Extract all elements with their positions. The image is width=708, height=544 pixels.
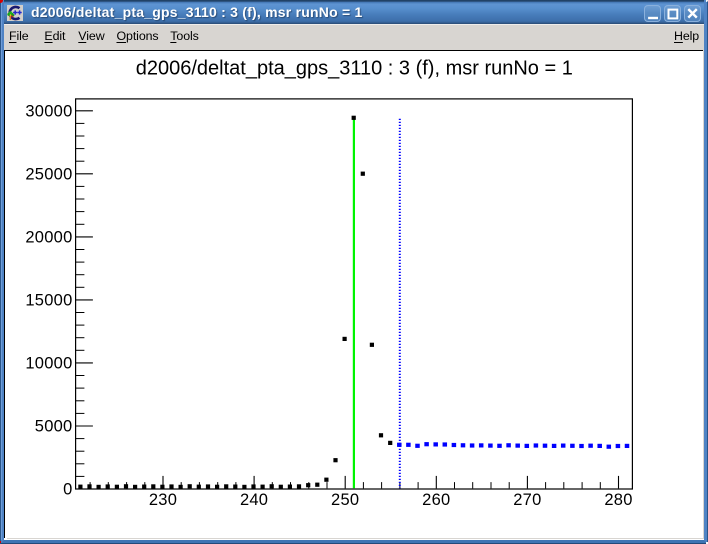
svg-text:25000: 25000 xyxy=(25,165,72,183)
svg-text:30000: 30000 xyxy=(25,102,72,120)
svg-text:15000: 15000 xyxy=(25,291,72,309)
svg-text:5000: 5000 xyxy=(35,418,73,436)
svg-text:250: 250 xyxy=(331,491,359,509)
svg-text:0: 0 xyxy=(63,481,72,499)
svg-text:d2006/deltat_pta_gps_3110 : 3: d2006/deltat_pta_gps_3110 : 3 (f), msr r… xyxy=(136,58,573,80)
svg-text:260: 260 xyxy=(422,491,450,509)
svg-text:10000: 10000 xyxy=(25,354,72,372)
svg-text:280: 280 xyxy=(604,491,632,509)
svg-text:230: 230 xyxy=(149,491,177,509)
svg-text:270: 270 xyxy=(513,491,541,509)
svg-text:20000: 20000 xyxy=(25,228,72,246)
svg-text:240: 240 xyxy=(240,491,268,509)
